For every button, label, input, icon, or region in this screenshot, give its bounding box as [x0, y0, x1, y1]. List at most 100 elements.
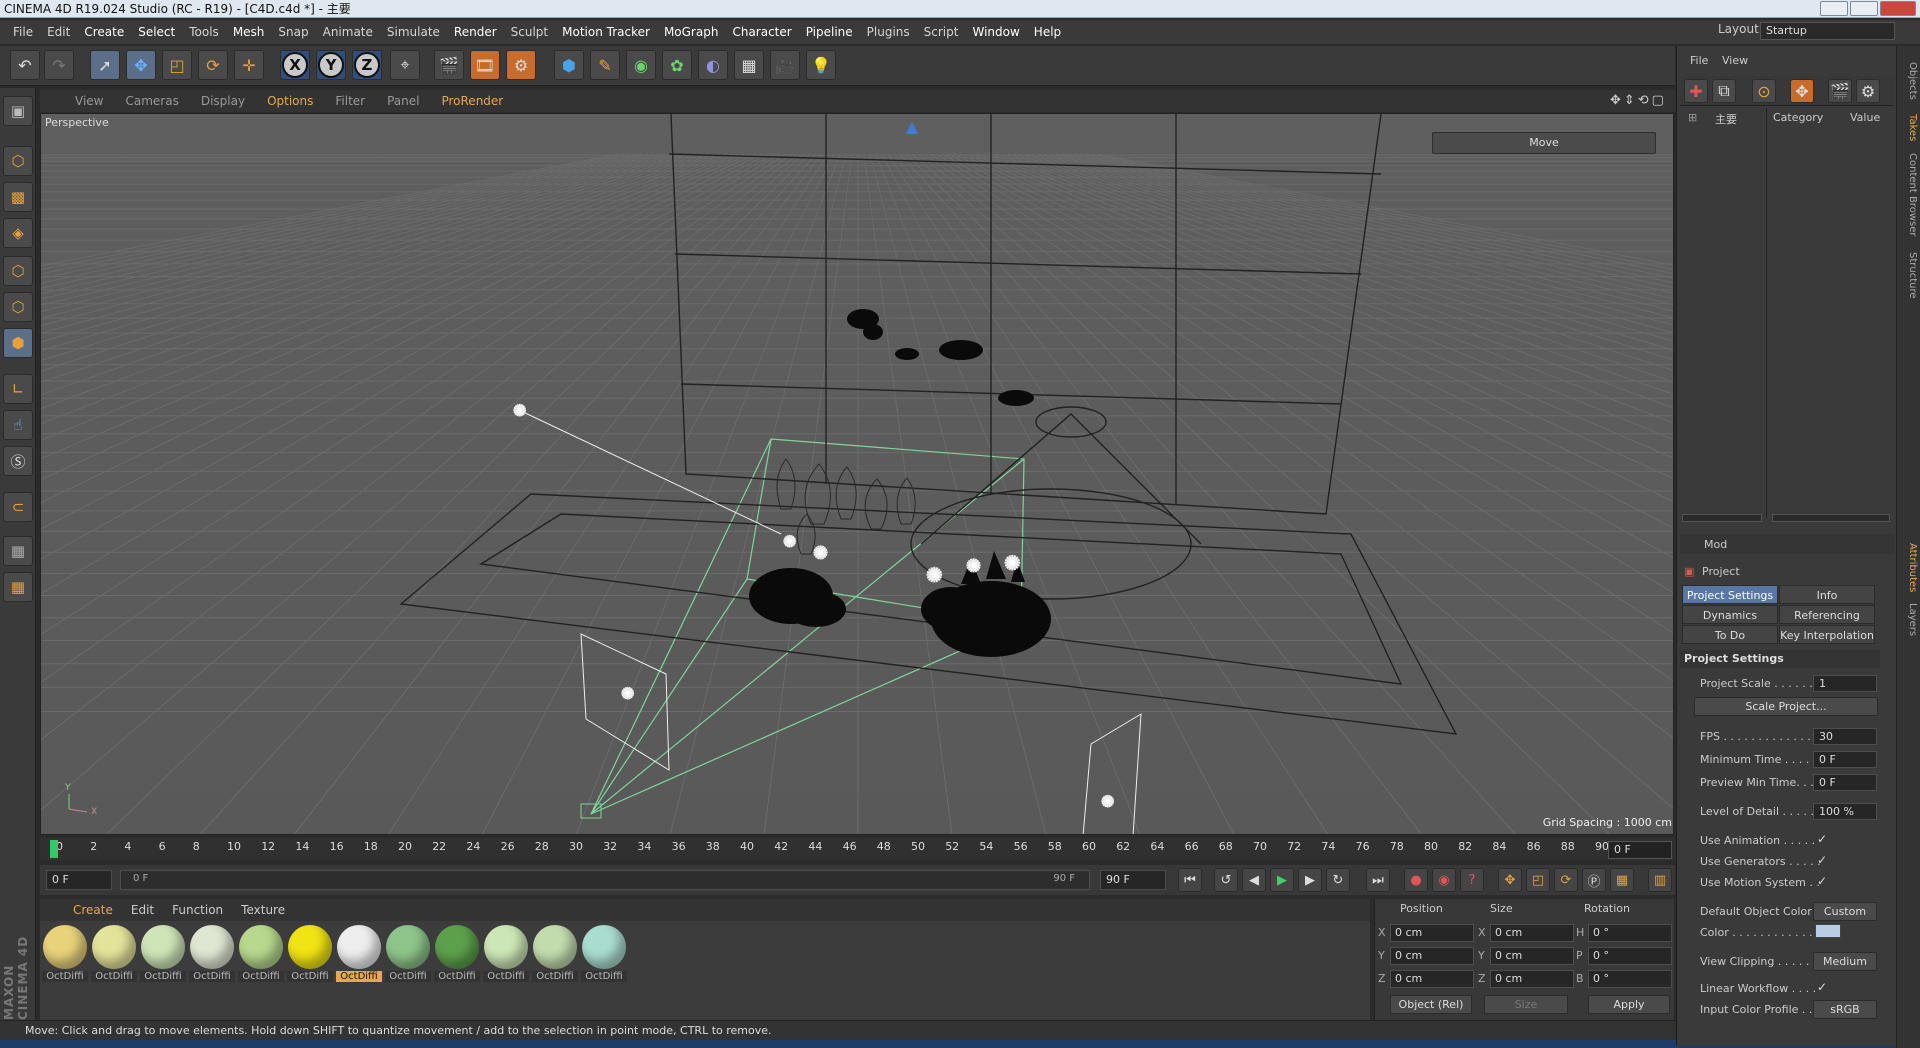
linear-workflow-checkbox[interactable]: ✓ [1817, 980, 1827, 994]
timeline-ruler[interactable]: 0 2 4 6 8 10 12 14 16 18 20 22 24 26 28 30 32 34 36 38 40 42 4… [40, 838, 1675, 860]
select-tool-icon[interactable]: ➚ [90, 50, 120, 80]
coord-rot-p-field[interactable]: 0 ° [1588, 947, 1672, 965]
material-item[interactable]: OctDiffi [581, 925, 627, 982]
level-of-detail-field[interactable]: 100 % [1813, 803, 1877, 820]
pen-spline-icon[interactable]: ✎ [590, 50, 620, 80]
rotate-tool-icon[interactable]: ⟳ [198, 50, 228, 80]
side-tab-content-browser[interactable]: Content Browser [1898, 150, 1918, 240]
take-item-main[interactable]: 主要 [1715, 111, 1737, 127]
end-frame-field[interactable]: 90 F [1100, 870, 1166, 890]
move-tool-alt-icon[interactable]: ✛ [234, 50, 264, 80]
take-auto-icon[interactable]: ✥ [1790, 79, 1814, 103]
coord-size-x-field[interactable]: 0 cm [1490, 924, 1574, 942]
key-position-icon[interactable]: ✥ [1498, 868, 1522, 892]
menu-plugins[interactable]: Plugins [860, 20, 917, 44]
coordinate-system-icon[interactable]: ⌖ [390, 50, 420, 80]
menu-snap[interactable]: Snap [271, 20, 315, 44]
takes-scrollbar-right[interactable] [1772, 514, 1890, 522]
viewport-menu-filter[interactable]: Filter [324, 94, 376, 108]
preview-min-time-field[interactable]: 0 F [1813, 774, 1877, 791]
takes-list[interactable] [1680, 108, 1894, 518]
deformer-icon[interactable]: ◐ [698, 50, 728, 80]
coord-apply-button[interactable]: Apply [1588, 995, 1670, 1014]
key-parameter-icon[interactable]: Ⓟ [1582, 868, 1606, 892]
keyframe-selection-icon[interactable]: ? [1460, 868, 1484, 892]
menu-select[interactable]: Select [131, 20, 182, 44]
next-key-icon[interactable]: ↻ [1326, 868, 1350, 892]
menu-help[interactable]: Help [1027, 20, 1068, 44]
menu-render[interactable]: Render [447, 20, 504, 44]
material-menu-edit[interactable]: Edit [122, 903, 163, 917]
side-tab-objects[interactable]: Objects [1898, 56, 1918, 106]
coord-size-mode-dropdown[interactable]: Size [1484, 995, 1568, 1014]
viewport-menu-display[interactable]: Display [190, 94, 256, 108]
menu-script[interactable]: Script [917, 20, 966, 44]
material-item[interactable]: OctDiffi [336, 925, 382, 982]
go-to-start-icon[interactable]: ⏮ [1178, 868, 1202, 892]
coord-mode-dropdown[interactable]: Object (Rel) [1390, 995, 1472, 1014]
minimum-time-field[interactable]: 0 F [1813, 751, 1877, 768]
viewport-menu-view[interactable]: View [64, 94, 114, 108]
viewport-menu-cameras[interactable]: Cameras [114, 94, 189, 108]
light-icon[interactable]: 💡 [806, 50, 836, 80]
material-menu-function[interactable]: Function [163, 903, 232, 917]
scale-tool-icon[interactable]: ◰ [162, 50, 192, 80]
tab-to-do[interactable]: To Do [1682, 625, 1778, 644]
coord-rot-b-field[interactable]: 0 ° [1588, 970, 1672, 988]
material-item[interactable]: OctDiffi [238, 925, 284, 982]
y-axis-lock-button[interactable]: Y [316, 50, 346, 80]
side-tab-attributes[interactable]: Attributes [1898, 540, 1918, 596]
texture-mode-icon[interactable]: ▩ [3, 182, 33, 212]
menu-mesh[interactable]: Mesh [226, 20, 272, 44]
fps-field[interactable]: 30 [1813, 728, 1877, 745]
floor-icon[interactable]: ▦ [734, 50, 764, 80]
side-tab-structure[interactable]: Structure [1898, 248, 1918, 303]
material-item[interactable]: OctDiffi [385, 925, 431, 982]
record-keys-icon[interactable]: ● [1404, 868, 1428, 892]
coord-size-z-field[interactable]: 0 cm [1490, 970, 1574, 988]
side-tab-layers[interactable]: Layers [1898, 600, 1918, 640]
coord-size-y-field[interactable]: 0 cm [1490, 947, 1574, 965]
material-item[interactable]: OctDiffi [189, 925, 235, 982]
viewport-menu-panel[interactable]: Panel [376, 94, 430, 108]
take-add-icon[interactable]: ✚ [1684, 79, 1708, 103]
move-tool-icon[interactable]: ✥ [126, 50, 156, 80]
axis-mode-icon[interactable]: ∟ [3, 374, 33, 404]
render-view-icon[interactable]: 🎬 [434, 50, 464, 80]
x-axis-lock-button[interactable]: X [280, 50, 310, 80]
workplane-mode-icon[interactable]: ◈ [3, 218, 33, 248]
preview-range-slider[interactable]: 0 F 90 F [120, 870, 1090, 890]
key-scale-icon[interactable]: ◰ [1526, 868, 1550, 892]
z-axis-lock-button[interactable]: Z [352, 50, 382, 80]
make-editable-icon[interactable]: ▣ [3, 96, 33, 126]
coord-pos-z-field[interactable]: 0 cm [1390, 970, 1474, 988]
scale-project-button[interactable]: Scale Project... [1694, 697, 1878, 716]
viewport-menu-options[interactable]: Options [256, 94, 324, 108]
subdivision-icon[interactable]: ◉ [626, 50, 656, 80]
material-menu-create[interactable]: Create [64, 903, 122, 917]
minimize-button[interactable] [1820, 1, 1848, 16]
attributes-mode-menu[interactable]: Mod [1704, 538, 1727, 551]
timeline-window-icon[interactable]: ▥ [1648, 868, 1672, 892]
tab-project-settings[interactable]: Project Settings [1682, 585, 1778, 604]
default-object-color-dropdown[interactable]: Custom [1813, 902, 1877, 921]
points-mode-icon[interactable]: ⬡ [3, 256, 33, 286]
maximize-button[interactable] [1850, 1, 1878, 16]
use-motion-system-checkbox[interactable]: ✓ [1817, 874, 1827, 888]
take-override-icon[interactable]: ⊙ [1752, 79, 1776, 103]
current-frame-field[interactable]: 0 F [1608, 841, 1672, 859]
menu-window[interactable]: Window [965, 20, 1026, 44]
material-item[interactable]: OctDiffi [91, 925, 137, 982]
tab-dynamics[interactable]: Dynamics [1682, 605, 1778, 624]
close-button[interactable] [1880, 1, 1916, 16]
menu-create[interactable]: Create [77, 20, 131, 44]
viewport-menu-prorender[interactable]: ProRender [430, 94, 514, 108]
take-lock-icon[interactable]: ⚙ [1856, 79, 1880, 103]
object-manager-menu-file[interactable]: File [1690, 54, 1708, 67]
key-rotation-icon[interactable]: ⟳ [1554, 868, 1578, 892]
tab-info[interactable]: Info [1779, 585, 1875, 604]
menu-character[interactable]: Character [725, 20, 798, 44]
next-frame-icon[interactable]: ▶ [1298, 868, 1322, 892]
project-scale-field[interactable]: 1 [1813, 675, 1877, 692]
menu-mograph[interactable]: MoGraph [657, 20, 726, 44]
